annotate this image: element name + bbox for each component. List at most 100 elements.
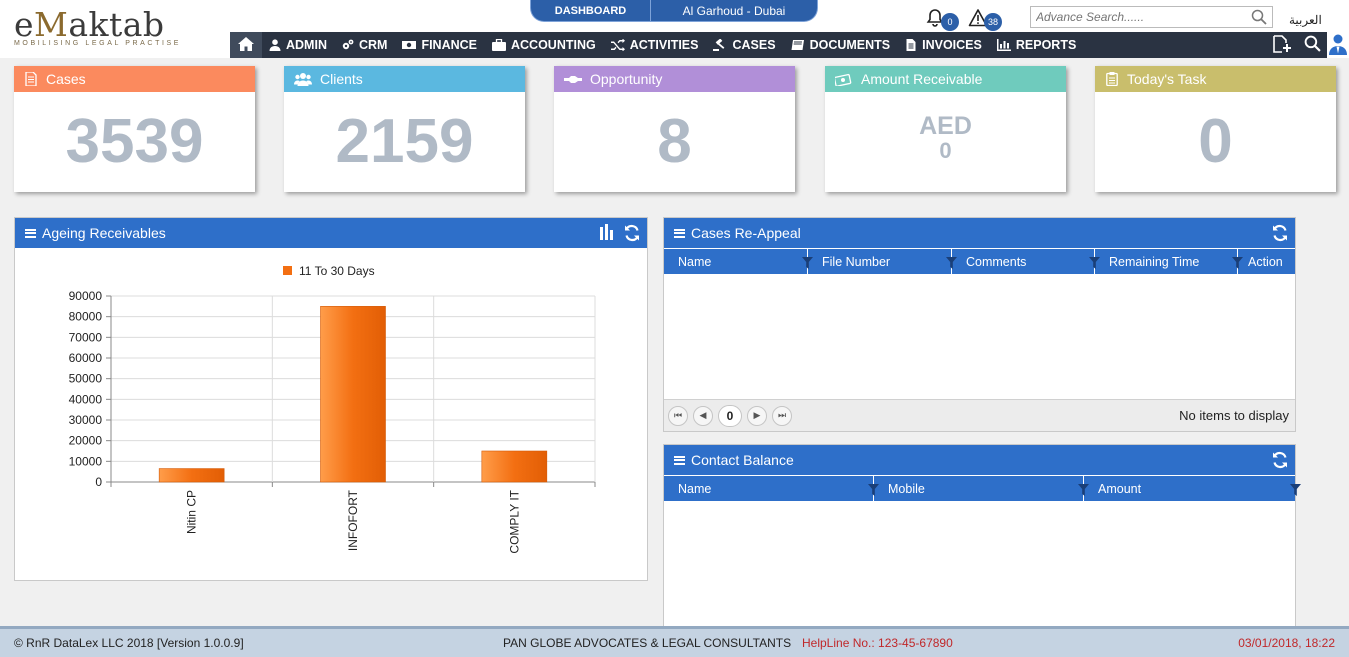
home-button[interactable] xyxy=(230,32,262,58)
avatar-icon xyxy=(1328,33,1348,58)
column-name[interactable]: Name xyxy=(664,249,813,275)
x-tick-label: Nitin CP xyxy=(185,490,199,534)
shuffle-icon xyxy=(610,39,625,51)
alerts[interactable]: 38 xyxy=(968,8,1002,31)
advance-search xyxy=(1030,6,1273,28)
search-icon[interactable] xyxy=(1251,9,1267,28)
column-action-label: Action xyxy=(1248,255,1283,269)
currency-label: AED xyxy=(919,112,972,140)
contact-balance-panel: Contact Balance Name Mobile Amount xyxy=(663,444,1301,626)
clients-count: 2159 xyxy=(335,107,474,176)
ageing-panel-tools xyxy=(599,224,641,245)
add-file-icon xyxy=(1272,34,1292,56)
column-mobile[interactable]: Mobile xyxy=(874,476,1089,502)
nav-reports-label: REPORTS xyxy=(1015,38,1077,52)
bar-chart-icon[interactable] xyxy=(599,224,615,245)
nav-finance[interactable]: FINANCE xyxy=(395,32,485,58)
refresh-icon[interactable] xyxy=(1271,451,1289,472)
reappeal-panel-tools xyxy=(1271,224,1289,245)
app-header: eMaktab MOBILISING LEGAL PRACTISE DASHBO… xyxy=(0,0,1349,58)
last-page-button[interactable]: ⏭ xyxy=(772,405,792,426)
nav-accounting-label: ACCOUNTING xyxy=(511,38,596,52)
empty-message: No items to display xyxy=(1179,408,1289,423)
home-icon xyxy=(238,36,254,54)
contact-balance-title: Contact Balance xyxy=(691,452,794,468)
y-tick-label: 20000 xyxy=(69,434,103,448)
current-page[interactable]: 0 xyxy=(718,404,742,427)
clipboard-icon xyxy=(1106,72,1118,86)
nav-reports[interactable]: REPORTS xyxy=(990,32,1084,58)
next-page-button[interactable]: ▶ xyxy=(747,405,767,426)
last-page-icon: ⏭ xyxy=(777,410,787,420)
branch-selector[interactable]: Al Garhoud - Dubai xyxy=(651,4,817,18)
cases-card[interactable]: Cases 3539 xyxy=(14,66,255,192)
column-remaining-time[interactable]: Remaining Time xyxy=(1095,249,1243,275)
y-tick-label: 60000 xyxy=(69,351,103,365)
document-icon xyxy=(25,72,37,86)
search-icon xyxy=(1304,35,1321,55)
clients-card[interactable]: Clients 2159 xyxy=(284,66,525,192)
helpline: HelpLine No.: 123-45-67890 xyxy=(802,636,953,650)
logo-text: eMaktab xyxy=(14,5,165,44)
legend-swatch xyxy=(283,266,292,275)
todays-task-card[interactable]: Today's Task 0 xyxy=(1095,66,1336,192)
x-tick-label: COMPLY IT xyxy=(507,489,521,553)
briefcase-icon xyxy=(492,39,506,51)
cases-count: 3539 xyxy=(65,107,204,176)
add-document-button[interactable] xyxy=(1267,32,1297,58)
app-footer: © RnR DataLex LLC 2018 [Version 1.0.0.9]… xyxy=(0,626,1349,657)
language-link[interactable]: العربية xyxy=(1289,13,1322,27)
tab-dashboard[interactable]: DASHBOARD xyxy=(531,0,651,22)
ageing-receivables-panel: Ageing Receivables 0 10000 20000 30000 40000… xyxy=(14,217,648,581)
copyright: © RnR DataLex LLC 2018 [Version 1.0.0.9] xyxy=(14,636,244,650)
prev-page-button[interactable]: ◀ xyxy=(693,405,713,426)
menu-icon xyxy=(674,228,685,238)
global-search-button[interactable] xyxy=(1297,32,1327,58)
y-tick-label: 10000 xyxy=(69,454,103,468)
column-name[interactable]: Name xyxy=(664,476,879,502)
money-icon xyxy=(402,41,417,49)
column-mobile-label: Mobile xyxy=(888,482,925,496)
nav-admin-label: ADMIN xyxy=(286,38,327,52)
top-tab-bar: DASHBOARD Al Garhoud - Dubai xyxy=(530,0,818,22)
amount-receivable-card[interactable]: Amount Receivable AED 0 xyxy=(825,66,1066,192)
first-page-button[interactable]: ⏮ xyxy=(668,405,688,426)
ageing-receivables-header: Ageing Receivables xyxy=(15,218,647,248)
logo[interactable]: eMaktab MOBILISING LEGAL PRACTISE xyxy=(14,5,181,48)
y-tick-label: 70000 xyxy=(69,330,103,344)
nav-invoices-label: INVOICES xyxy=(922,38,982,52)
notifications[interactable]: 0 xyxy=(925,8,959,31)
chart-icon xyxy=(996,39,1011,51)
opportunity-card-title: Opportunity xyxy=(590,71,663,87)
ageing-receivables-title: Ageing Receivables xyxy=(42,225,166,241)
bar-nitin-cp xyxy=(158,468,225,483)
opportunity-count: 8 xyxy=(657,107,692,176)
user-profile-button[interactable] xyxy=(1327,32,1349,58)
column-comments[interactable]: Comments xyxy=(952,249,1100,275)
refresh-icon[interactable] xyxy=(623,224,641,245)
amount-receivable-card-header: Amount Receivable xyxy=(825,66,1066,92)
nav-invoices[interactable]: INVOICES xyxy=(898,32,990,58)
nav-documents[interactable]: DOCUMENTS xyxy=(784,32,899,58)
bar-infofort xyxy=(320,306,386,483)
users-icon xyxy=(294,73,312,86)
nav-crm[interactable]: CRM xyxy=(335,32,395,58)
opportunity-card[interactable]: Opportunity 8 xyxy=(554,66,795,192)
column-name-label: Name xyxy=(678,255,712,269)
refresh-icon[interactable] xyxy=(1271,224,1289,245)
nav-cases[interactable]: CASES xyxy=(706,32,783,58)
nav-accounting[interactable]: ACCOUNTING xyxy=(485,32,604,58)
nav-admin[interactable]: ADMIN xyxy=(262,32,335,58)
nav-documents-label: DOCUMENTS xyxy=(809,38,891,52)
nav-crm-label: CRM xyxy=(358,38,388,52)
clients-card-header: Clients xyxy=(284,66,525,92)
nav-cases-label: CASES xyxy=(732,38,776,52)
firm-name: PAN GLOBE ADVOCATES & LEGAL CONSULTANTS xyxy=(503,636,792,650)
menu-icon xyxy=(25,228,36,238)
search-input[interactable] xyxy=(1031,7,1241,27)
column-action[interactable]: Action xyxy=(1238,249,1295,275)
column-amount[interactable]: Amount xyxy=(1084,476,1301,502)
column-file-number[interactable]: File Number xyxy=(808,249,957,275)
nav-activities[interactable]: ACTIVITIES xyxy=(604,32,707,58)
column-file-number-label: File Number xyxy=(822,255,891,269)
